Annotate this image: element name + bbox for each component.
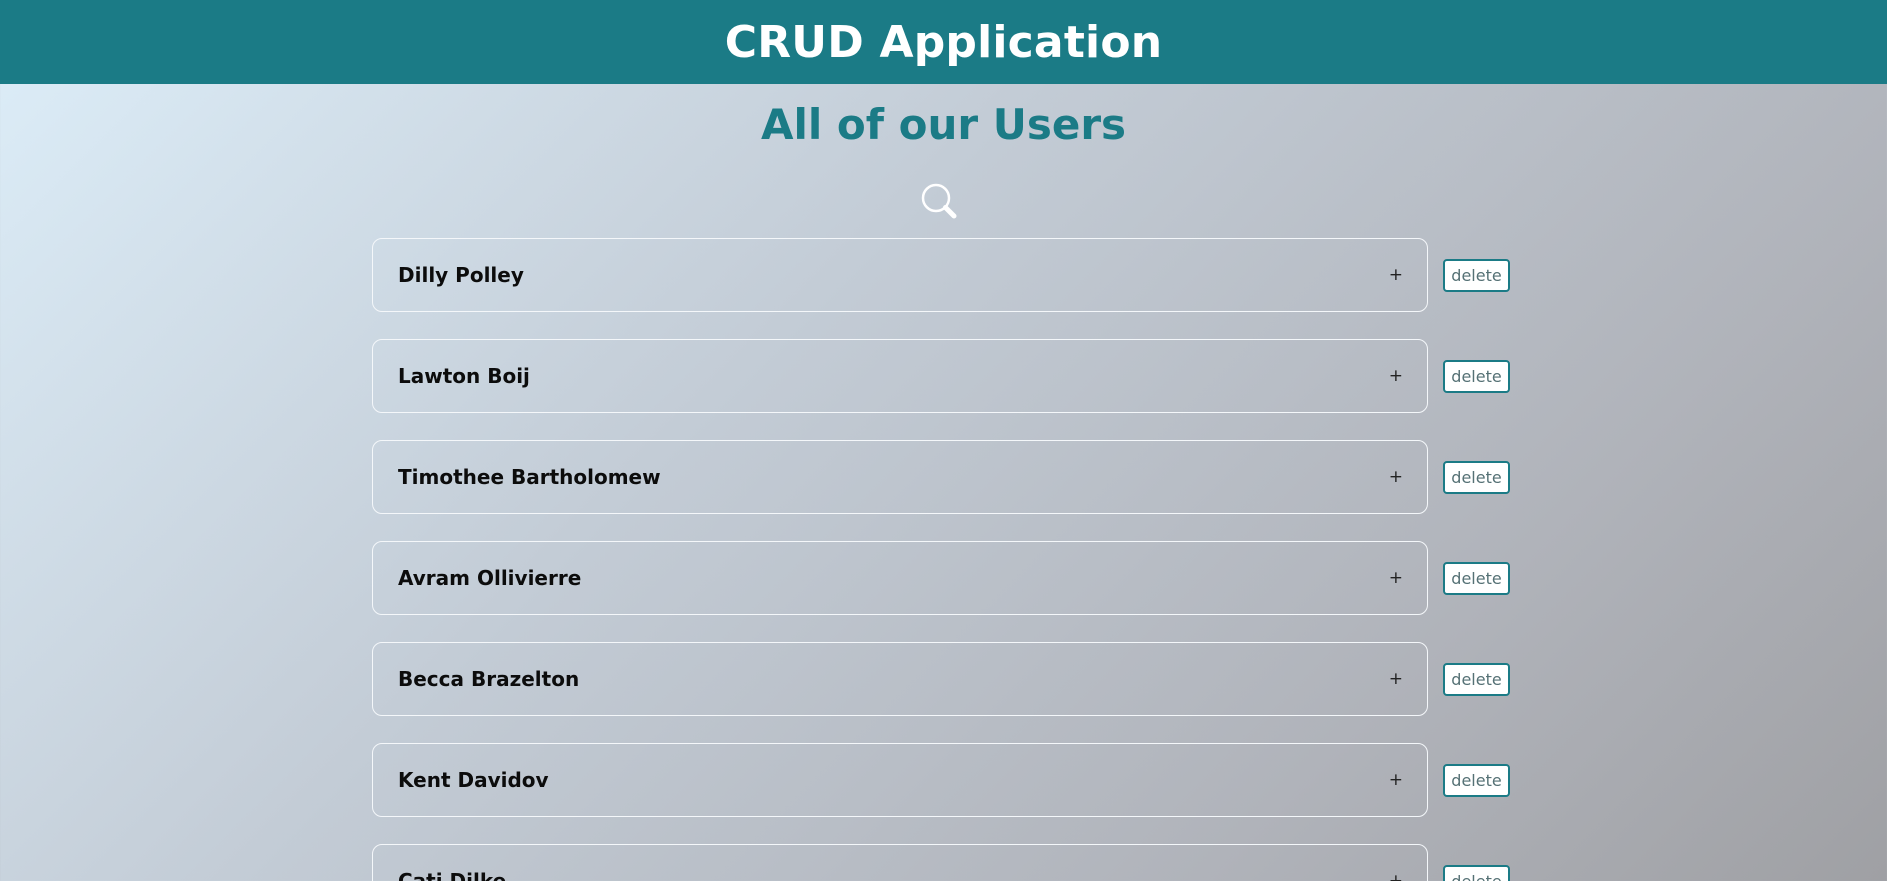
user-name: Timothee Bartholomew [398, 465, 661, 489]
user-card[interactable]: Dilly Polley + [372, 238, 1428, 312]
delete-button[interactable]: delete [1443, 663, 1510, 696]
delete-button[interactable]: delete [1443, 461, 1510, 494]
user-name: Lawton Boij [398, 364, 530, 388]
user-name: Avram Ollivierre [398, 566, 582, 590]
user-card[interactable]: Avram Ollivierre + [372, 541, 1428, 615]
user-row: Becca Brazelton + delete [0, 642, 1887, 720]
user-card[interactable]: Timothee Bartholomew + [372, 440, 1428, 514]
plus-icon[interactable]: + [1389, 266, 1403, 284]
plus-icon[interactable]: + [1389, 367, 1403, 385]
user-name: Cati Dilke [398, 869, 507, 881]
plus-icon[interactable]: + [1389, 872, 1403, 881]
user-name: Becca Brazelton [398, 667, 580, 691]
delete-button[interactable]: delete [1443, 360, 1510, 393]
delete-button[interactable]: delete [1443, 259, 1510, 292]
plus-icon[interactable]: + [1389, 771, 1403, 789]
user-row: Timothee Bartholomew + delete [0, 440, 1887, 518]
page-title: All of our Users [760, 100, 1127, 149]
plus-icon[interactable]: + [1389, 670, 1403, 688]
user-row: Lawton Boij + delete [0, 339, 1887, 417]
plus-icon[interactable]: + [1389, 468, 1403, 486]
user-row: Dilly Polley + delete [0, 238, 1887, 316]
app-title: CRUD Application [724, 16, 1163, 68]
user-row: Avram Ollivierre + delete [0, 541, 1887, 619]
search-button[interactable] [920, 182, 962, 224]
app-header: CRUD Application [0, 0, 1887, 84]
search-icon [921, 183, 957, 219]
user-card[interactable]: Kent Davidov + [372, 743, 1428, 817]
user-row: Kent Davidov + delete [0, 743, 1887, 821]
user-card[interactable]: Cati Dilke + [372, 844, 1428, 881]
delete-button[interactable]: delete [1443, 865, 1510, 881]
delete-button[interactable]: delete [1443, 764, 1510, 797]
user-card[interactable]: Lawton Boij + [372, 339, 1428, 413]
plus-icon[interactable]: + [1389, 569, 1403, 587]
user-name: Dilly Polley [398, 263, 524, 287]
user-card[interactable]: Becca Brazelton + [372, 642, 1428, 716]
delete-button[interactable]: delete [1443, 562, 1510, 595]
user-name: Kent Davidov [398, 768, 549, 792]
user-row: Cati Dilke + delete [0, 844, 1887, 881]
